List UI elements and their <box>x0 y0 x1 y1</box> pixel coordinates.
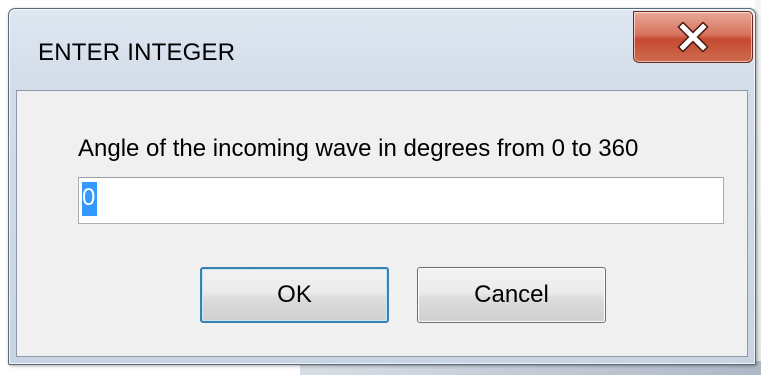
close-button[interactable] <box>633 11 753 63</box>
cancel-button[interactable]: Cancel <box>417 267 606 323</box>
enter-integer-dialog: ENTER INTEGER Angle of the incoming wave… <box>8 8 756 365</box>
title-bar[interactable]: ENTER INTEGER <box>9 9 755 87</box>
ok-button[interactable]: OK <box>200 267 389 323</box>
close-icon <box>677 22 709 52</box>
window-title: ENTER INTEGER <box>38 39 236 66</box>
dialog-body: Angle of the incoming wave in degrees fr… <box>16 90 748 357</box>
prompt-label: Angle of the incoming wave in degrees fr… <box>78 135 639 162</box>
angle-input[interactable] <box>78 177 724 224</box>
